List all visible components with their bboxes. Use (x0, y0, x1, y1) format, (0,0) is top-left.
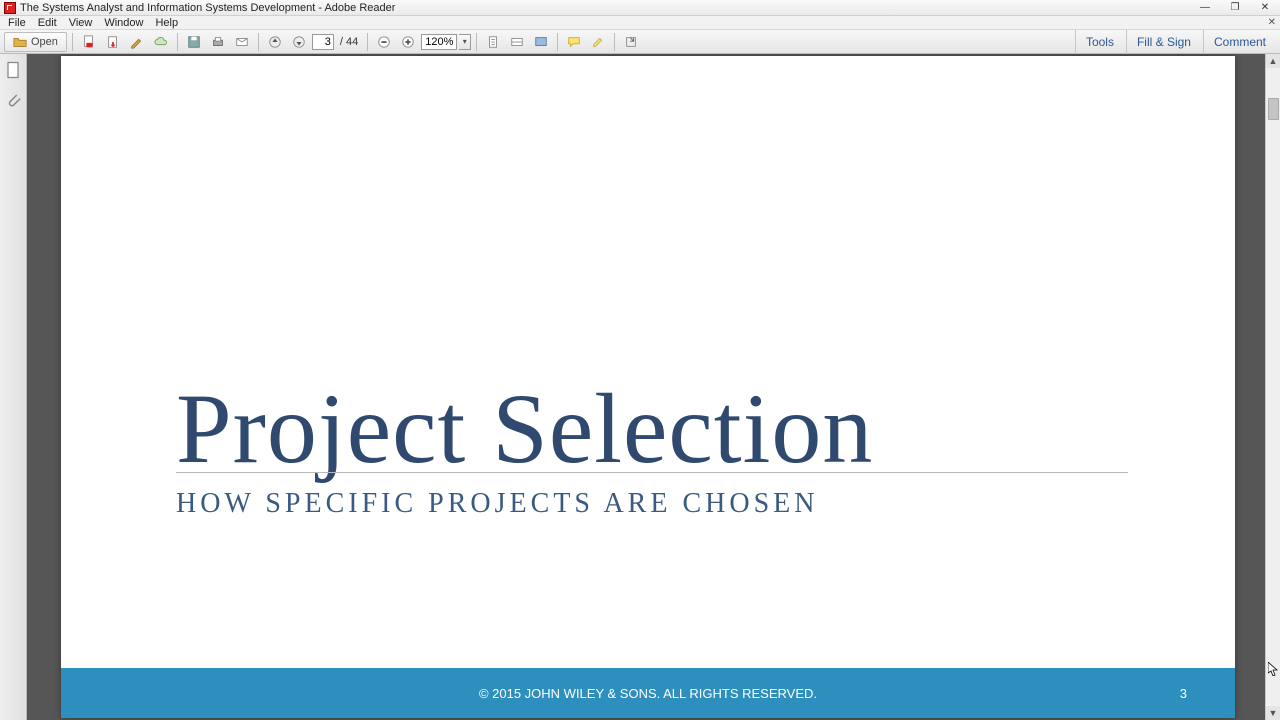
printer-icon (211, 35, 225, 49)
pencil-icon (130, 35, 144, 49)
open-button[interactable]: Open (4, 32, 67, 52)
highlight-button[interactable] (587, 32, 609, 52)
email-button[interactable] (231, 32, 253, 52)
menu-help[interactable]: Help (149, 17, 184, 29)
close-button[interactable]: ✕ (1250, 0, 1280, 16)
menu-window[interactable]: Window (98, 17, 149, 29)
folder-icon (13, 35, 27, 49)
tab-comment[interactable]: Comment (1203, 30, 1276, 54)
page-canvas: Project Selection HOW SPECIFIC PROJECTS … (61, 56, 1235, 718)
save-button[interactable] (183, 32, 205, 52)
cloud-up-icon (154, 35, 168, 49)
slide-divider (176, 472, 1128, 473)
menu-file[interactable]: File (2, 17, 32, 29)
arrow-down-icon (292, 35, 306, 49)
doc-export-icon (106, 35, 120, 49)
paperclip-icon (3, 90, 23, 110)
open-label: Open (31, 36, 58, 48)
fit-width-icon (510, 35, 524, 49)
sticky-note-button[interactable] (563, 32, 585, 52)
page-number-input[interactable] (312, 34, 334, 50)
slide-page-number: 3 (1180, 686, 1187, 701)
minimize-button[interactable]: — (1190, 0, 1220, 16)
slide-subtitle: HOW SPECIFIC PROJECTS ARE CHOSEN (176, 488, 818, 520)
window-title: The Systems Analyst and Information Syst… (20, 2, 1190, 14)
fit-width-button[interactable] (506, 32, 528, 52)
plus-icon (401, 35, 415, 49)
footer-text: © 2015 JOHN WILEY & SONS. ALL RIGHTS RES… (479, 686, 817, 701)
menu-view[interactable]: View (63, 17, 99, 29)
doc-pdf-icon (82, 35, 96, 49)
separator (476, 33, 477, 51)
scroll-up-arrow[interactable]: ▲ (1266, 54, 1280, 68)
highlight-icon (591, 35, 605, 49)
close-doc-icon[interactable]: ✕ (1268, 17, 1276, 28)
tab-tools[interactable]: Tools (1075, 30, 1124, 54)
separator (367, 33, 368, 51)
screen-icon (534, 35, 548, 49)
separator (557, 33, 558, 51)
zoom-dropdown[interactable]: ▾ (459, 34, 471, 50)
page-thumb-icon (3, 60, 23, 80)
menu-edit[interactable]: Edit (32, 17, 63, 29)
menu-bar: File Edit View Window Help ✕ (0, 16, 1280, 30)
share-button[interactable] (620, 32, 642, 52)
tab-fill-sign[interactable]: Fill & Sign (1126, 30, 1201, 54)
app-icon (4, 2, 16, 14)
envelope-icon (235, 35, 249, 49)
toolbar: Open / 44 ▾ Tools Fill & Sign Comment (0, 30, 1280, 54)
page-total-label: / 44 (336, 36, 362, 48)
attachments-button[interactable] (3, 90, 23, 110)
print-button[interactable] (207, 32, 229, 52)
maximize-button[interactable]: ❐ (1220, 0, 1250, 16)
separator (177, 33, 178, 51)
arrow-up-icon (268, 35, 282, 49)
main-area: Project Selection HOW SPECIFIC PROJECTS … (0, 54, 1280, 720)
document-viewport[interactable]: Project Selection HOW SPECIFIC PROJECTS … (27, 54, 1265, 720)
minus-icon (377, 35, 391, 49)
separator (614, 33, 615, 51)
navigation-pane (0, 54, 27, 720)
page-up-button[interactable] (264, 32, 286, 52)
floppy-icon (187, 35, 201, 49)
zoom-input[interactable] (421, 34, 457, 50)
page-down-button[interactable] (288, 32, 310, 52)
sign-button[interactable] (126, 32, 148, 52)
fit-page-icon (486, 35, 500, 49)
export-pdf-button[interactable] (102, 32, 124, 52)
scroll-down-arrow[interactable]: ▼ (1266, 706, 1280, 720)
share-icon (624, 35, 638, 49)
scroll-thumb[interactable] (1268, 98, 1279, 120)
slide-title: Project Selection (176, 371, 873, 486)
reading-mode-button[interactable] (530, 32, 552, 52)
zoom-in-button[interactable] (397, 32, 419, 52)
cloud-button[interactable] (150, 32, 172, 52)
create-pdf-button[interactable] (78, 32, 100, 52)
separator (72, 33, 73, 51)
thumbnails-button[interactable] (3, 60, 23, 80)
fit-page-button[interactable] (482, 32, 504, 52)
comment-icon (567, 35, 581, 49)
slide-footer: © 2015 JOHN WILEY & SONS. ALL RIGHTS RES… (61, 668, 1235, 718)
separator (258, 33, 259, 51)
vertical-scrollbar[interactable]: ▲ ▼ (1265, 54, 1280, 720)
title-bar: The Systems Analyst and Information Syst… (0, 0, 1280, 16)
zoom-out-button[interactable] (373, 32, 395, 52)
